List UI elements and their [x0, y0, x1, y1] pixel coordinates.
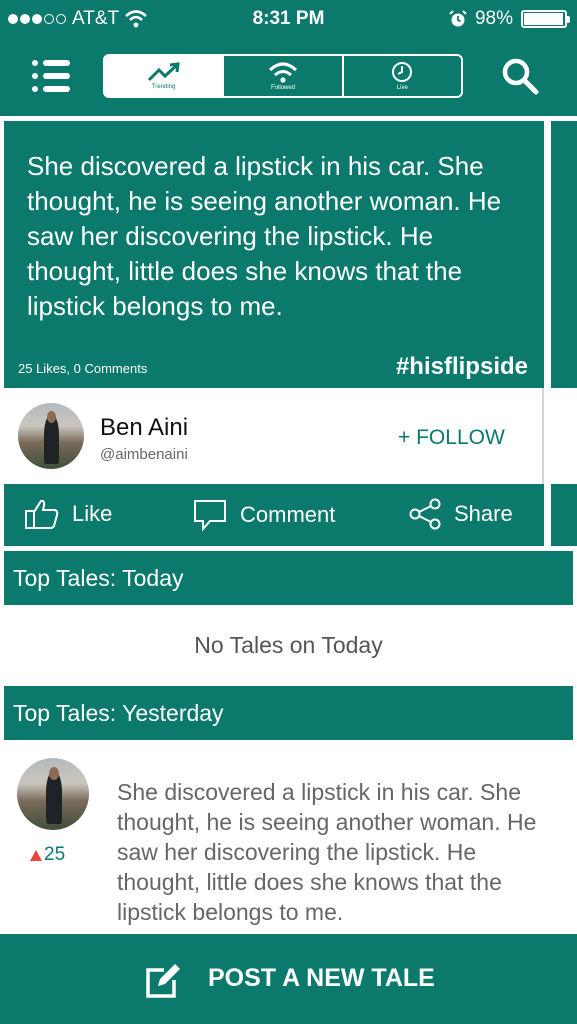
section-header-today: Top Tales: Today — [4, 551, 573, 605]
comment-icon — [194, 500, 226, 532]
edit-icon — [146, 964, 180, 998]
tale-text: She discovered a lipstick in his car. Sh… — [27, 151, 502, 321]
feed-tab-selector: Trending Followed Live — [103, 54, 463, 98]
tab-live[interactable]: Live — [344, 56, 461, 96]
vote-count-label: 25 — [44, 844, 66, 865]
upvote-icon — [30, 849, 42, 861]
tab-trending-label: Trending — [151, 84, 176, 90]
author-name[interactable]: Ben Aini — [100, 414, 188, 442]
upvote-count[interactable]: 25 — [30, 844, 65, 866]
wifi-icon — [268, 62, 298, 83]
empty-state-message: No Tales on Today — [194, 632, 383, 658]
featured-tale-card[interactable]: She discovered a lipstick in his car. Sh… — [4, 121, 544, 388]
post-new-tale-button[interactable]: POST A NEW TALE — [0, 934, 577, 1024]
tab-followed-label: Followed — [270, 85, 295, 91]
search-icon[interactable] — [500, 56, 540, 96]
menu-icon[interactable] — [32, 58, 72, 94]
author-row: Ben Aini @aimbenaini + FOLLOW — [4, 388, 544, 484]
share-label: Share — [454, 501, 513, 526]
tale-hashtag[interactable]: #hisflipside — [396, 353, 528, 381]
comment-button[interactable]: Comment — [192, 498, 335, 532]
battery-icon — [521, 10, 570, 28]
share-button[interactable]: Share — [408, 498, 513, 530]
avatar[interactable] — [18, 403, 84, 469]
like-label: Like — [72, 501, 113, 526]
tab-followed[interactable]: Followed — [224, 56, 344, 96]
tab-live-label: Live — [396, 85, 408, 91]
tab-trending[interactable]: Trending — [105, 56, 225, 96]
next-card-peek[interactable] — [551, 121, 577, 388]
list-item[interactable]: She discovered a lipstick in his car. Sh… — [117, 777, 557, 927]
like-button[interactable]: Like — [24, 498, 112, 530]
avatar[interactable] — [17, 758, 89, 830]
share-icon — [409, 498, 441, 530]
author-handle: @aimbenaini — [100, 446, 188, 463]
tale-stats: 25 Likes, 0 Comments — [18, 361, 148, 376]
nav-bar: Trending Followed Live — [0, 38, 577, 116]
clock-icon — [392, 62, 413, 82]
comment-label: Comment — [240, 502, 336, 527]
trending-up-icon — [147, 62, 180, 82]
tale-actions: Like Comment Share — [4, 484, 544, 546]
alarm-icon — [449, 10, 467, 27]
section-header-yesterday: Top Tales: Yesterday — [4, 686, 573, 740]
follow-button[interactable]: + FOLLOW — [398, 426, 505, 450]
thumbs-up-icon — [25, 499, 59, 529]
battery-percent: 98% — [474, 8, 513, 29]
next-card-actions-peek — [551, 484, 577, 546]
post-new-tale-label: POST A NEW TALE — [208, 964, 435, 992]
status-bar: AT&T 8:31 PM 98% — [0, 0, 577, 38]
